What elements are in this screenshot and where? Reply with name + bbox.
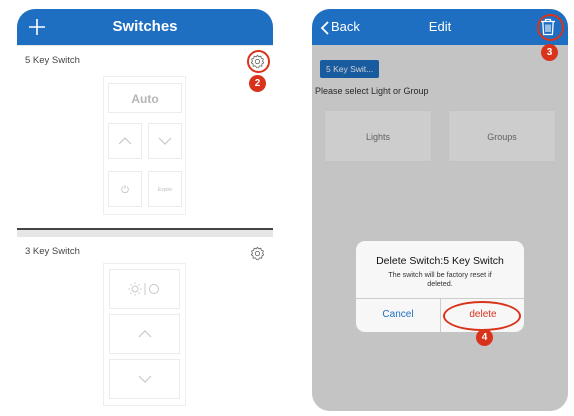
switches-phone: Switches 5 Key Switch Auto Expire 2 3 Ke… <box>17 9 273 411</box>
chevron-up-icon <box>118 137 132 145</box>
edit-content: 5 Key Swit... Please select Light or Gro… <box>312 45 568 411</box>
expire-key[interactable]: Expire <box>148 171 182 207</box>
callout-ring <box>537 14 564 41</box>
chevron-down-icon <box>138 375 151 383</box>
auto-key[interactable]: Auto <box>108 83 182 113</box>
edit-phone: Back Edit 5 Key Swit... Please select Li… <box>312 9 568 411</box>
switch-panel: Auto Expire <box>103 76 186 215</box>
dimmer-key[interactable] <box>109 269 180 309</box>
down-key[interactable] <box>148 123 182 159</box>
callout-badge: 4 <box>476 329 493 346</box>
dialog-title: Delete Switch:5 Key Switch <box>376 255 504 267</box>
callout-badge: 3 <box>541 44 558 61</box>
up-key[interactable] <box>108 123 142 159</box>
edit-navbar: Back Edit <box>312 9 568 45</box>
up-key[interactable] <box>109 314 180 354</box>
chevron-up-icon <box>138 330 151 338</box>
switches-navbar: Switches <box>17 9 273 45</box>
callout-ring <box>247 50 270 73</box>
page-title: Switches <box>112 18 178 35</box>
page-title: Edit <box>428 19 452 34</box>
cancel-button[interactable]: Cancel <box>356 298 440 332</box>
callout-badge: 2 <box>249 75 266 92</box>
dialog-message: The switch will be factory reset if dele… <box>388 270 492 288</box>
switch-name: 3 Key Switch <box>25 246 80 257</box>
callout-ring <box>443 301 521 331</box>
switch-panel <box>103 263 186 406</box>
switch-card: 3 Key Switch <box>17 237 273 411</box>
power-icon <box>121 184 129 194</box>
gear-icon[interactable] <box>250 246 265 261</box>
modal-overlay <box>312 45 568 411</box>
switch-card: 5 Key Switch Auto Expire 2 <box>17 46 273 230</box>
chevron-down-icon <box>158 137 172 145</box>
switch-name: 5 Key Switch <box>25 55 80 66</box>
down-key[interactable] <box>109 359 180 399</box>
power-key[interactable] <box>108 171 142 207</box>
sun-dim-icon <box>128 282 159 296</box>
